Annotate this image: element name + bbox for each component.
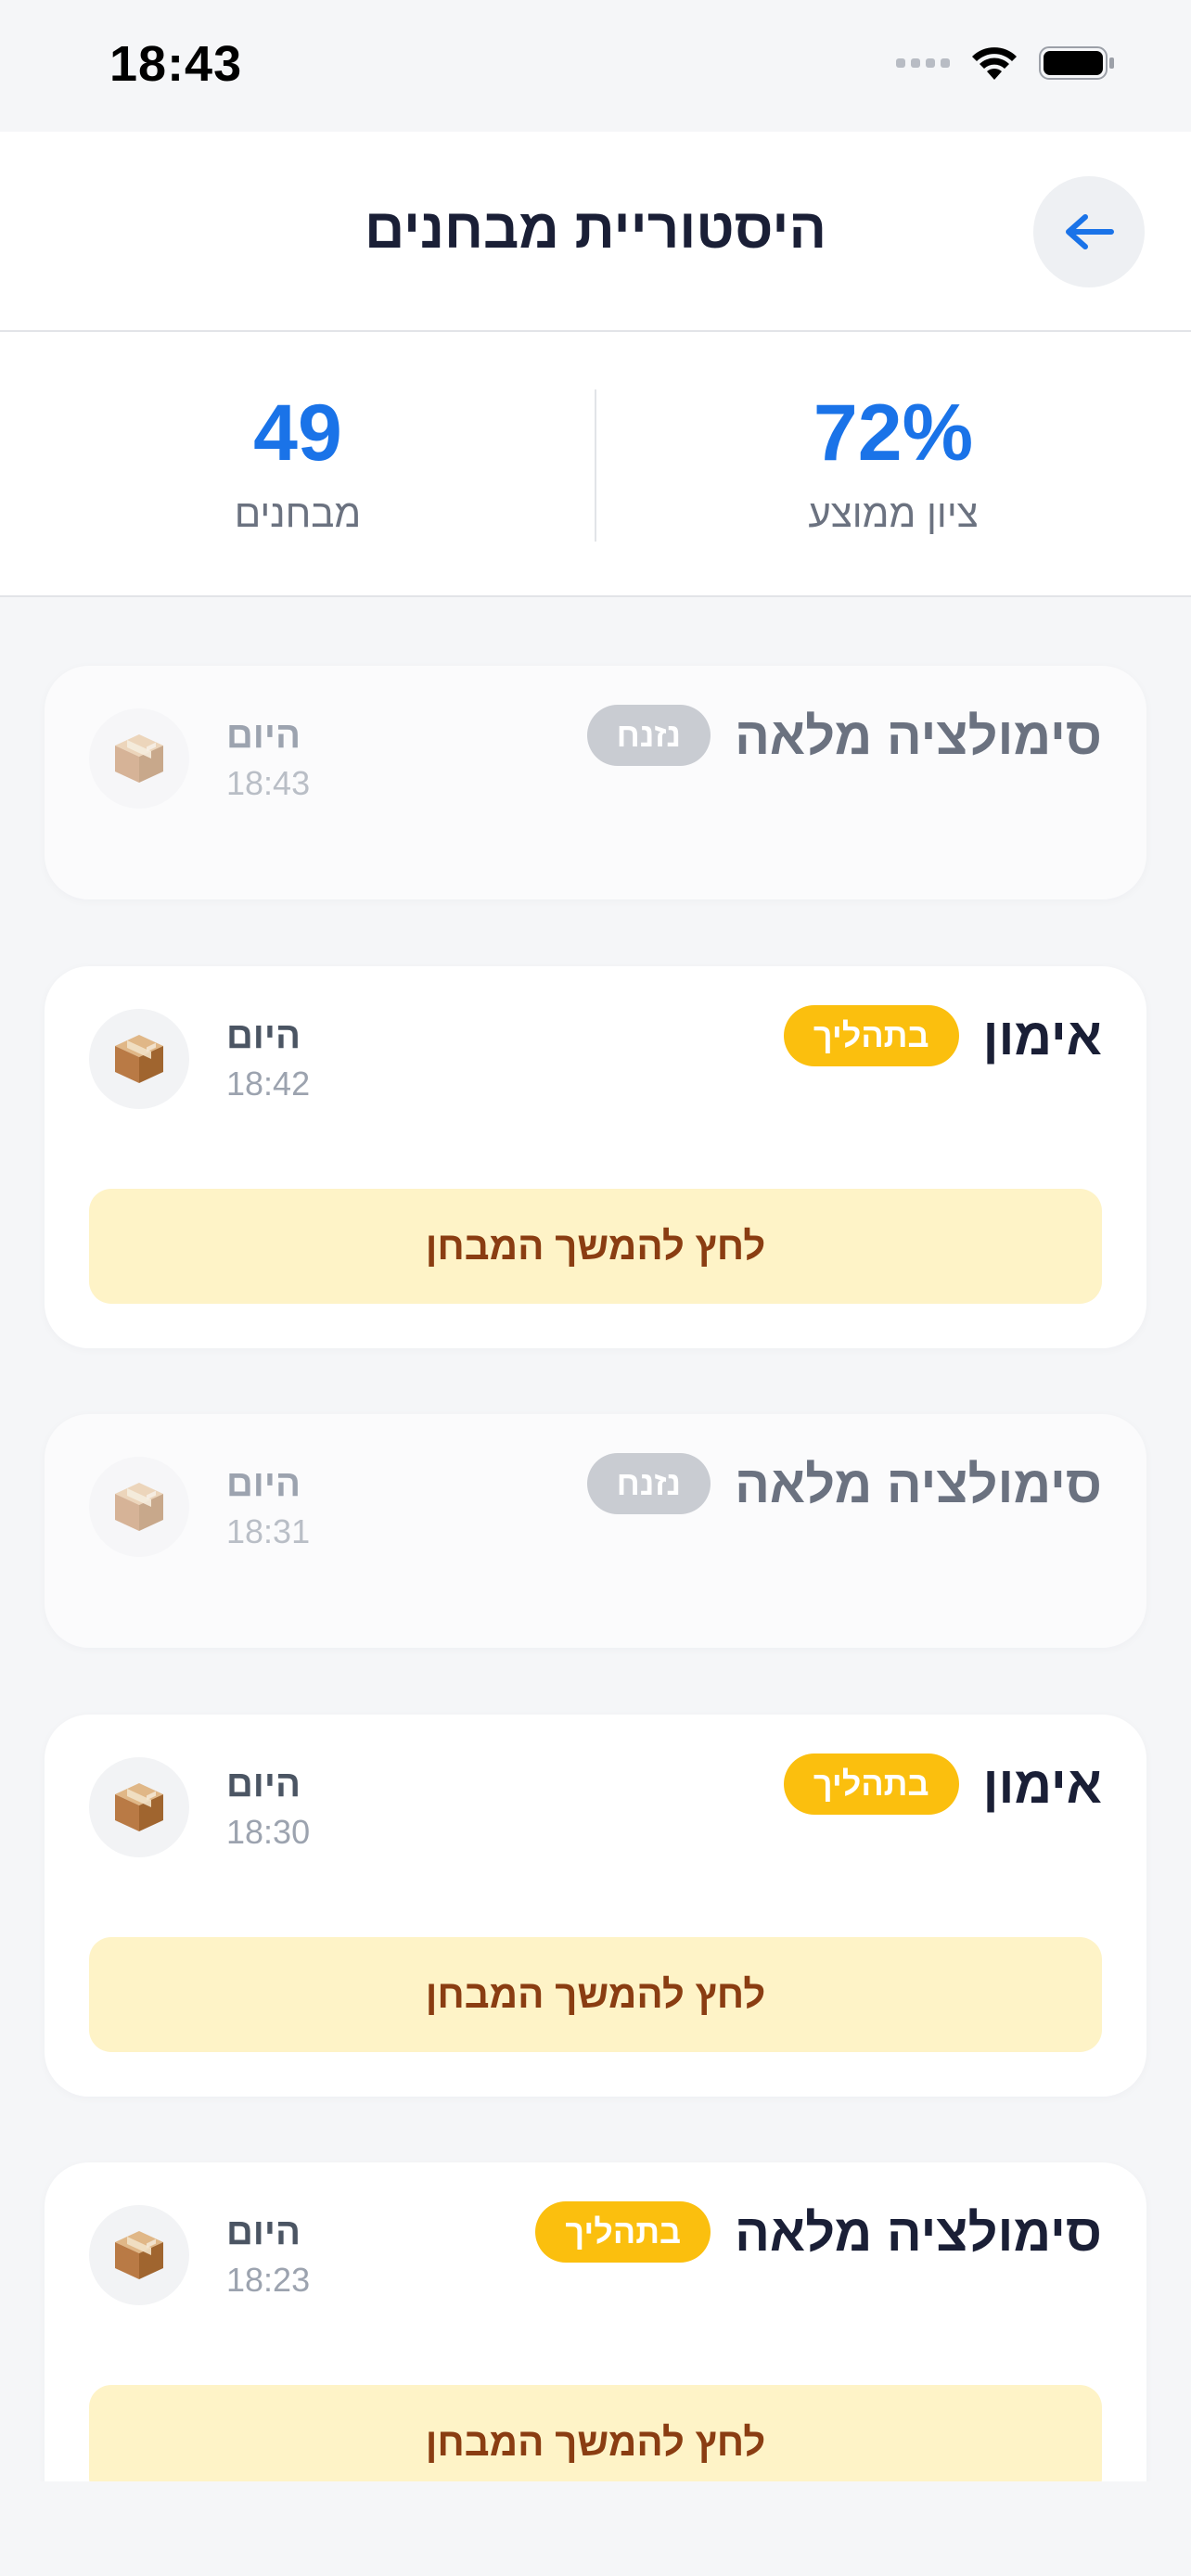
test-card[interactable]: סימולציה מלאה נזנח היום 18:31 [45,1414,1146,1648]
test-day: היום [226,1763,301,1804]
test-history-screen: 18:43 היסטוריית מבחנים 72% ציון ממוצע 49… [0,0,1191,2576]
test-title: אימון [982,1754,1102,1814]
test-time: 18:31 [226,1511,311,1550]
test-time: 18:42 [226,1064,311,1103]
cellular-signal-icon [896,58,950,68]
test-day: היום [226,1462,301,1504]
test-title: סימולציה מלאה [735,706,1102,765]
test-day: היום [226,714,301,756]
header: היסטוריית מבחנים [0,132,1191,332]
test-card[interactable]: אימון בתהליך היום 18:42 לחץ להמשך המבחן [45,966,1146,1348]
package-icon [89,1757,189,1857]
status-bar: 18:43 [0,0,1191,132]
continue-test-button[interactable]: לחץ להמשך המבחן [89,1937,1102,2052]
test-day: היום [226,1014,301,1056]
average-score-label: ציון ממוצע [808,491,979,535]
test-title: אימון [982,1006,1102,1065]
test-time: 18:43 [226,763,311,802]
status-badge: בתהליך [535,2201,711,2263]
package-icon [89,708,189,809]
average-score-stat: 72% ציון ממוצע [596,332,1191,597]
test-time: 18:23 [226,2260,311,2299]
package-icon [89,1457,189,1557]
status-badge: בתהליך [783,1005,959,1066]
test-count-stat: 49 מבחנים [0,332,596,597]
stats-panel: 72% ציון ממוצע 49 מבחנים [0,332,1191,597]
status-badge: בתהליך [783,1753,959,1815]
test-title: סימולציה מלאה [735,2202,1102,2262]
arrow-left-icon [1066,214,1114,249]
status-time: 18:43 [109,36,243,92]
average-score-value: 72% [813,389,974,478]
test-time: 18:30 [226,1812,311,1851]
battery-icon [1039,46,1114,80]
bottom-safe-area [0,2481,1191,2576]
test-card[interactable]: סימולציה מלאה נזנח היום 18:43 [45,666,1146,899]
page-title: היסטוריית מבחנים [364,198,827,260]
wifi-icon [972,47,1017,80]
back-button[interactable] [1033,176,1145,287]
test-card[interactable]: אימון בתהליך היום 18:30 לחץ להמשך המבחן [45,1715,1146,2097]
test-count-label: מבחנים [234,491,362,535]
status-badge: נזנח [586,705,711,766]
package-icon [89,2205,189,2305]
test-day: היום [226,2211,301,2252]
status-icons [896,45,1115,82]
package-icon [89,1009,189,1109]
continue-test-button[interactable]: לחץ להמשך המבחן [89,1189,1102,1304]
status-badge: נזנח [586,1453,711,1514]
test-title: סימולציה מלאה [735,1454,1102,1513]
test-count-value: 49 [253,389,342,478]
